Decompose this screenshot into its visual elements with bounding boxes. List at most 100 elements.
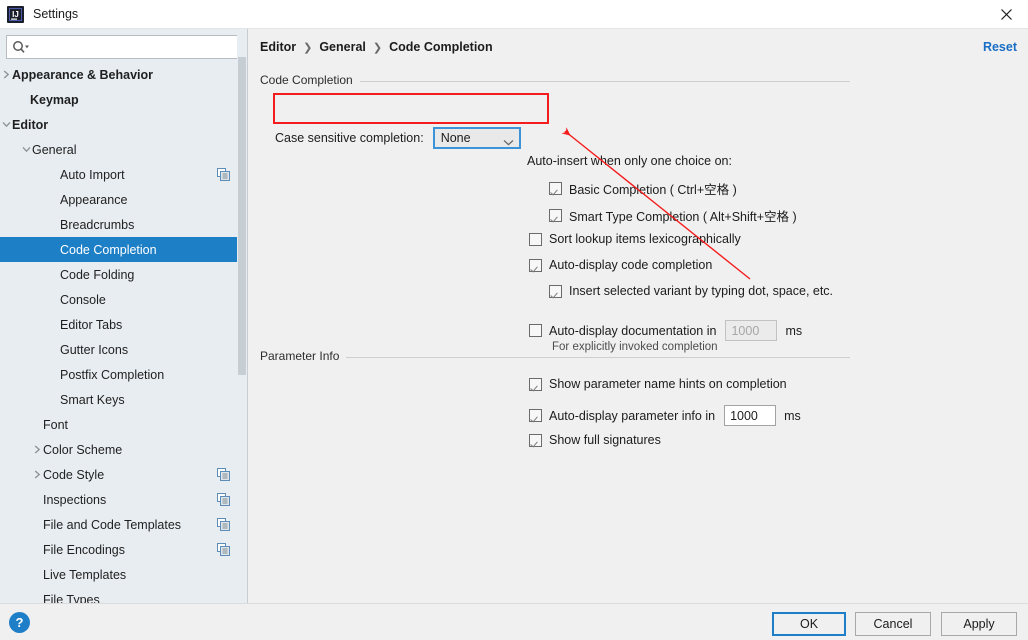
breadcrumb-item-general[interactable]: General	[319, 40, 366, 54]
window-title: Settings	[33, 7, 79, 21]
sidebar-item-code-folding[interactable]: Code Folding	[0, 262, 247, 287]
checkbox-auto-display-documentation[interactable]	[529, 324, 542, 337]
sidebar-item-color-scheme[interactable]: Color Scheme	[0, 437, 247, 462]
sidebar-item-label: File Types	[43, 592, 100, 604]
sidebar-item-console[interactable]: Console	[0, 287, 247, 312]
reset-link[interactable]: Reset	[983, 40, 1017, 54]
settings-sidebar: Appearance & Behavior Keymap Editor General…	[0, 29, 248, 603]
dialog-footer: https://blog.csdn.net/q_26981833 ? OK Ca…	[0, 603, 1028, 640]
settings-main-panel: Editor ❯ General ❯ Code Completion Reset…	[249, 29, 1028, 603]
case-sensitive-completion-label: Case sensitive completion:	[275, 131, 424, 145]
breadcrumb-item-editor[interactable]: Editor	[260, 40, 296, 54]
sidebar-item-appearance-behavior[interactable]: Appearance & Behavior	[0, 62, 247, 87]
cancel-button[interactable]: Cancel	[855, 612, 931, 636]
checkbox-row-show-parameter-name-hints[interactable]: Show parameter name hints on completion	[529, 377, 787, 391]
sidebar-scrollbar-track[interactable]	[237, 29, 247, 603]
sidebar-item-file-types[interactable]: File Types	[0, 587, 247, 604]
checkbox-insert-selected-variant[interactable]	[549, 284, 562, 298]
auto-display-parameter-info-unit: ms	[784, 408, 801, 423]
sidebar-item-postfix-completion[interactable]: Postfix Completion	[0, 362, 247, 387]
breadcrumb-item-code-completion[interactable]: Code Completion	[389, 40, 492, 54]
group-header-code-completion: Code Completion	[260, 73, 850, 87]
group-title-parameter-info: Parameter Info	[260, 349, 347, 363]
sidebar-item-label: Live Templates	[43, 567, 127, 582]
sidebar-item-label: Console	[60, 292, 106, 307]
sidebar-item-editor-tabs[interactable]: Editor Tabs	[0, 312, 247, 337]
sidebar-item-editor[interactable]: Editor	[0, 112, 247, 137]
sidebar-item-label: Auto Import	[60, 167, 125, 182]
checkbox-auto-display-parameter-info[interactable]	[529, 409, 542, 422]
auto-display-documentation-delay-input[interactable]	[725, 320, 778, 341]
search-dropdown-icon	[12, 40, 30, 56]
checkbox-smart-type-completion[interactable]	[549, 209, 562, 222]
apply-button[interactable]: Apply	[941, 612, 1017, 636]
sidebar-item-label: Font	[43, 417, 69, 432]
sidebar-item-label: Smart Keys	[60, 392, 125, 407]
checkbox-row-auto-display-code-completion[interactable]: Auto-display code completion	[529, 258, 712, 272]
chevron-down-icon	[503, 135, 514, 149]
group-title-code-completion: Code Completion	[260, 73, 360, 87]
close-icon[interactable]	[984, 0, 1028, 28]
project-scope-icon	[217, 493, 230, 506]
sidebar-item-keymap[interactable]: Keymap	[0, 87, 247, 112]
project-scope-icon	[217, 168, 230, 181]
group-divider	[346, 357, 850, 358]
chevron-down-icon[interactable]	[19, 143, 33, 157]
project-scope-icon	[217, 468, 230, 481]
sidebar-scrollbar-thumb[interactable]	[238, 57, 246, 375]
sidebar-item-label: Keymap	[30, 92, 79, 107]
checkbox-auto-display-code-completion[interactable]	[529, 258, 542, 272]
checkbox-label-show-parameter-name-hints: Show parameter name hints on completion	[549, 377, 787, 391]
sidebar-item-auto-import[interactable]: Auto Import	[0, 162, 247, 187]
checkbox-label-show-full-signatures: Show full signatures	[549, 433, 661, 447]
auto-display-documentation-row[interactable]: Auto-display documentation in ms	[529, 320, 802, 341]
sidebar-item-label: Editor	[12, 117, 49, 132]
case-sensitive-completion-row: Case sensitive completion: None	[275, 127, 521, 149]
auto-display-parameter-info-row[interactable]: Auto-display parameter info in ms	[529, 405, 801, 426]
chevron-right-icon[interactable]	[30, 468, 44, 482]
search-input[interactable]	[33, 36, 239, 58]
sidebar-item-live-templates[interactable]: Live Templates	[0, 562, 247, 587]
sidebar-item-gutter-icons[interactable]: Gutter Icons	[0, 337, 247, 362]
sidebar-item-code-completion[interactable]: Code Completion	[0, 237, 247, 262]
sidebar-item-inspections[interactable]: Inspections	[0, 487, 247, 512]
checkbox-sort-lookup-items[interactable]	[529, 232, 542, 246]
sidebar-item-label: File Encodings	[43, 542, 125, 557]
checkbox-row-insert-selected-variant[interactable]: Insert selected variant by typing dot, s…	[549, 284, 833, 298]
project-scope-icon	[217, 543, 230, 556]
checkbox-show-full-signatures[interactable]	[529, 433, 542, 447]
sidebar-item-label: Inspections	[43, 492, 107, 507]
sidebar-item-label: Code Folding	[60, 267, 135, 282]
sidebar-item-label: Code Completion	[60, 242, 157, 257]
sidebar-item-code-style[interactable]: Code Style	[0, 462, 247, 487]
sidebar-item-general[interactable]: General	[0, 137, 247, 162]
settings-tree[interactable]: Appearance & Behavior Keymap Editor General…	[0, 62, 247, 603]
auto-insert-label: Auto-insert when only one choice on:	[527, 154, 732, 168]
sidebar-item-file-and-code-templates[interactable]: File and Code Templates	[0, 512, 247, 537]
checkbox-show-parameter-name-hints[interactable]	[529, 377, 542, 391]
checkbox-row-basic-completion[interactable]: Basic Completion ( Ctrl+空格 )	[549, 179, 737, 198]
sidebar-item-appearance[interactable]: Appearance	[0, 187, 247, 212]
title-bar: IJ Settings	[0, 0, 1028, 29]
case-sensitive-completion-select[interactable]: None	[432, 127, 521, 149]
svg-text:IJ: IJ	[12, 10, 19, 19]
chevron-right-icon: ❯	[303, 41, 313, 54]
checkbox-row-show-full-signatures[interactable]: Show full signatures	[529, 433, 661, 447]
help-icon[interactable]: ?	[9, 612, 30, 633]
sidebar-item-breadcrumbs[interactable]: Breadcrumbs	[0, 212, 247, 237]
checkbox-label-auto-display-code-completion: Auto-display code completion	[549, 258, 713, 272]
sidebar-item-file-encodings[interactable]: File Encodings	[0, 537, 247, 562]
auto-display-parameter-info-delay-input[interactable]	[724, 405, 777, 426]
settings-dialog: IJ Settings Appearance & Behavior Keymap…	[0, 0, 1028, 640]
group-divider	[359, 81, 850, 82]
search-box[interactable]	[6, 35, 242, 59]
sidebar-item-font[interactable]: Font	[0, 412, 247, 437]
chevron-right-icon[interactable]	[30, 443, 44, 457]
checkbox-row-sort-lookup-items[interactable]: Sort lookup items lexicographically	[529, 232, 741, 246]
checkbox-basic-completion[interactable]	[549, 182, 562, 195]
sidebar-item-label: Postfix Completion	[60, 367, 165, 382]
ok-button[interactable]: OK	[772, 612, 846, 636]
checkbox-row-smart-type-completion[interactable]: Smart Type Completion ( Alt+Shift+空格 )	[549, 206, 797, 225]
sidebar-item-label: Appearance	[60, 192, 128, 207]
sidebar-item-smart-keys[interactable]: Smart Keys	[0, 387, 247, 412]
